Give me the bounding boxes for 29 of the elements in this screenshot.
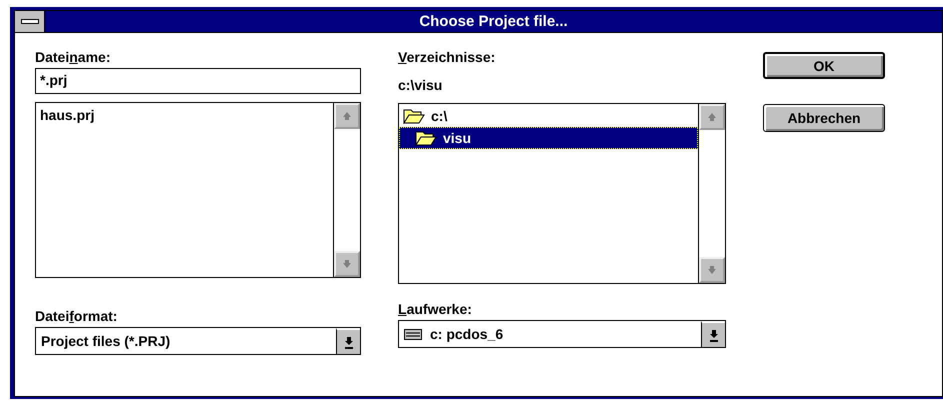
ok-button[interactable]: OK: [763, 52, 885, 79]
folder-icon: [403, 108, 425, 124]
minus-icon: [20, 19, 38, 24]
directory-item[interactable]: visu: [399, 127, 698, 149]
cancel-button[interactable]: Abbrechen: [763, 104, 885, 132]
current-directory: c:\visu: [398, 76, 444, 95]
scroll-down-button[interactable]: [699, 257, 725, 283]
down-arrow-icon: [707, 265, 717, 275]
file-format-label: Dateiformat:: [35, 307, 118, 326]
dropdown-arrow-icon: [344, 336, 354, 348]
down-arrow-icon: [342, 259, 352, 269]
scroll-down-button[interactable]: [334, 251, 360, 277]
window-title: Choose Project file...: [418, 13, 569, 30]
scroll-up-button[interactable]: [334, 103, 360, 129]
file-name-field[interactable]: *.prj: [35, 68, 361, 94]
up-arrow-icon: [342, 111, 352, 121]
scroll-up-button[interactable]: [699, 104, 725, 130]
folder-icon: [415, 130, 437, 146]
directory-item[interactable]: c:\: [399, 105, 698, 127]
drive-icon: [404, 328, 422, 340]
dropdown-arrow-icon: [708, 328, 718, 342]
system-menu-button[interactable]: [15, 11, 45, 32]
drives-dropdown[interactable]: c: pcdos_6: [398, 320, 726, 348]
file-format-dropdown[interactable]: Project files (*.PRJ): [35, 327, 361, 355]
file-list-item[interactable]: haus.prj: [36, 104, 333, 126]
drives-label: Laufwerke:: [398, 300, 473, 319]
file-name-label: Dateiname:: [35, 48, 112, 67]
up-arrow-icon: [707, 112, 717, 122]
directories-label: Verzeichnisse:: [398, 48, 496, 67]
